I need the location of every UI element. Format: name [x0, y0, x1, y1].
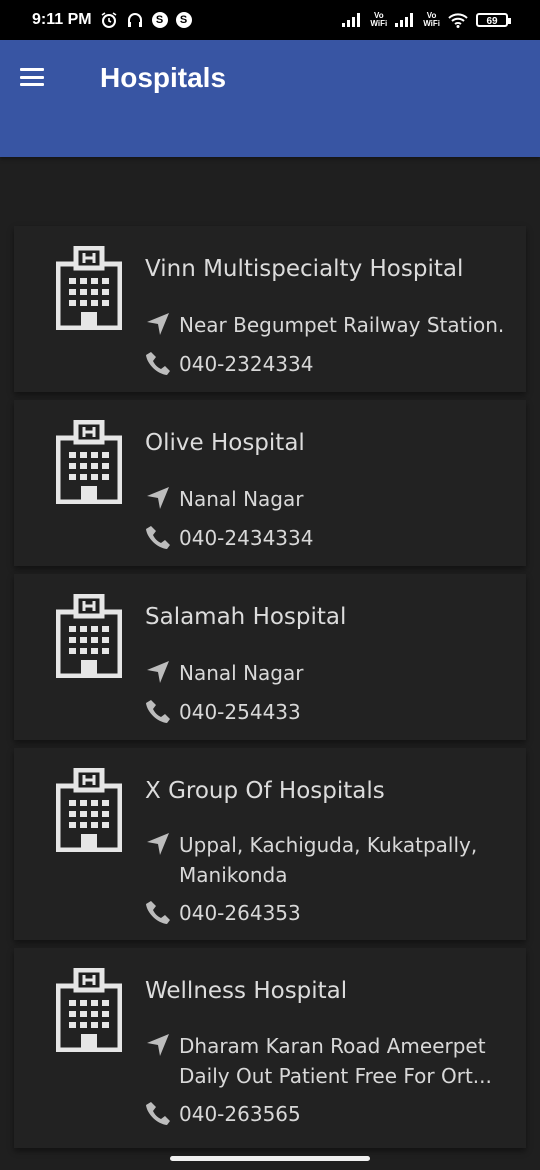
- navigation-arrow-icon: [147, 661, 169, 683]
- address-row: Dharam Karan Road Ameerpet Daily Out Pat…: [145, 1031, 509, 1091]
- hospital-building-icon: [56, 594, 122, 678]
- app-bar: [0, 40, 540, 157]
- headset-icon: [126, 11, 144, 29]
- signal-icon: [342, 13, 362, 27]
- address-row: Nanal Nagar: [145, 484, 509, 514]
- phone-row[interactable]: 040-2434334: [145, 523, 509, 553]
- hamburger-menu-icon[interactable]: [20, 68, 44, 86]
- status-time: 9:11 PM: [32, 11, 92, 28]
- phone-row[interactable]: 040-254433: [145, 697, 509, 727]
- wifi-label-1: WiFi: [370, 19, 388, 28]
- phone-icon: [146, 700, 170, 723]
- signal-icon-2: [395, 13, 415, 27]
- phone-icon: [146, 352, 170, 375]
- hospital-building-icon: [56, 968, 122, 1052]
- hospital-phone[interactable]: 040-254433: [179, 697, 509, 727]
- navigation-arrow-icon: [147, 313, 169, 335]
- skype-icon-2: S: [175, 12, 192, 28]
- navigation-arrow-icon: [147, 487, 169, 509]
- hospital-name: Vinn Multispecialty Hospital: [145, 256, 464, 282]
- hospital-address: Dharam Karan Road Ameerpet Daily Out Pat…: [179, 1034, 492, 1088]
- hospital-name: X Group Of Hospitals: [145, 778, 385, 804]
- phone-row[interactable]: 040-264353: [145, 898, 509, 928]
- wifi-label-2: WiFi: [423, 19, 440, 28]
- address-row: Nanal Nagar: [145, 658, 509, 688]
- hospital-building-icon: [56, 246, 122, 330]
- hospital-name: Wellness Hospital: [145, 978, 348, 1004]
- address-row: Near Begumpet Railway Station.: [145, 310, 509, 340]
- hospital-building-icon: [56, 768, 122, 852]
- address-row: Uppal, Kachiguda, Kukatpally, Manikonda: [145, 830, 509, 890]
- status-bar: 9:11 PM S S Vo WiFi Vo WiFi 69: [0, 0, 540, 40]
- hospital-phone[interactable]: 040-263565: [179, 1099, 509, 1129]
- battery-icon: 69: [476, 13, 511, 27]
- page-title: Hospitals: [100, 62, 227, 93]
- phone-icon: [146, 526, 170, 549]
- wifi-icon: [448, 12, 468, 28]
- phone-row[interactable]: 040-263565: [145, 1099, 509, 1129]
- phone-icon: [146, 901, 170, 924]
- hospital-address: Nanal Nagar: [179, 661, 304, 685]
- skype-icon: S: [151, 12, 168, 28]
- hospital-address: Nanal Nagar: [179, 487, 304, 511]
- phone-icon: [146, 1102, 170, 1125]
- hospital-phone[interactable]: 040-2434334: [179, 523, 509, 553]
- navigation-arrow-icon: [147, 833, 169, 855]
- navigation-arrow-icon: [147, 1034, 169, 1056]
- hospital-building-icon: [56, 420, 122, 504]
- phone-row[interactable]: 040-2324334: [145, 349, 509, 379]
- home-indicator[interactable]: [170, 1156, 370, 1161]
- hospital-name: Salamah Hospital: [145, 604, 347, 630]
- hospital-address: Near Begumpet Railway Station.: [179, 313, 505, 337]
- vowifi-badge-1: Vo WiFi: [370, 12, 387, 28]
- alarm-icon: [100, 11, 118, 29]
- vowifi-badge-2: Vo WiFi: [423, 12, 440, 28]
- hospital-phone[interactable]: 040-2324334: [179, 349, 509, 379]
- hospital-phone[interactable]: 040-264353: [179, 898, 509, 928]
- hospital-name: Olive Hospital: [145, 430, 305, 456]
- hospital-address: Uppal, Kachiguda, Kukatpally, Manikonda: [179, 833, 478, 887]
